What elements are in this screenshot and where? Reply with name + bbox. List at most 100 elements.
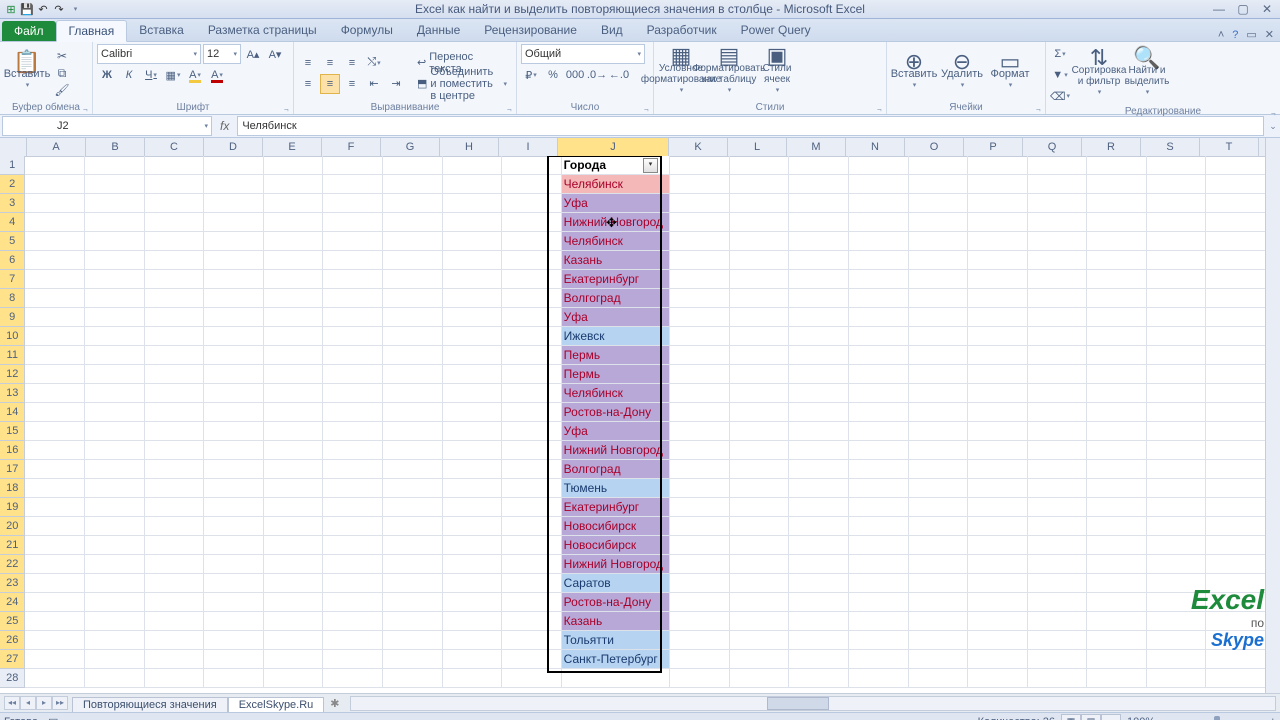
cell-O28[interactable] — [909, 669, 969, 688]
col-header-M[interactable]: M — [787, 138, 846, 156]
cell-R21[interactable] — [1087, 536, 1147, 555]
cell-Q2[interactable] — [1028, 175, 1088, 194]
ribbon-tab-7[interactable]: Разработчик — [635, 20, 729, 41]
cell-E12[interactable] — [264, 365, 324, 384]
cell-G23[interactable] — [383, 574, 443, 593]
cell-G27[interactable] — [383, 650, 443, 669]
cell-D26[interactable] — [204, 631, 264, 650]
row-header-4[interactable]: 4 — [0, 213, 25, 232]
cell-R15[interactable] — [1087, 422, 1147, 441]
cell-O10[interactable] — [909, 327, 969, 346]
cell-S20[interactable] — [1147, 517, 1207, 536]
cell-O20[interactable] — [909, 517, 969, 536]
cell-T24[interactable] — [1206, 593, 1266, 612]
cell-F25[interactable] — [323, 612, 383, 631]
cell-G16[interactable] — [383, 441, 443, 460]
cell-R8[interactable] — [1087, 289, 1147, 308]
cell-P13[interactable] — [968, 384, 1028, 403]
cell-J22[interactable]: Нижний Новгород — [562, 555, 671, 574]
cell-A28[interactable] — [25, 669, 85, 688]
cell-L22[interactable] — [730, 555, 790, 574]
cell-S10[interactable] — [1147, 327, 1207, 346]
cell-N25[interactable] — [849, 612, 909, 631]
cell-I23[interactable] — [502, 574, 562, 593]
cell-G1[interactable] — [383, 156, 443, 175]
cell-E27[interactable] — [264, 650, 324, 669]
cell-N3[interactable] — [849, 194, 909, 213]
cell-G22[interactable] — [383, 555, 443, 574]
cell-E7[interactable] — [264, 270, 324, 289]
cell-C5[interactable] — [145, 232, 205, 251]
cell-L3[interactable] — [730, 194, 790, 213]
indent-dec-icon[interactable]: ⇤ — [364, 74, 384, 94]
cell-C26[interactable] — [145, 631, 205, 650]
cell-R6[interactable] — [1087, 251, 1147, 270]
cell-B14[interactable] — [85, 403, 145, 422]
cell-L18[interactable] — [730, 479, 790, 498]
cell-N9[interactable] — [849, 308, 909, 327]
cell-J17[interactable]: Волгоград — [562, 460, 671, 479]
cell-F10[interactable] — [323, 327, 383, 346]
cell-J9[interactable]: Уфа — [562, 308, 671, 327]
row-header-16[interactable]: 16 — [0, 441, 25, 460]
col-header-F[interactable]: F — [322, 138, 381, 156]
cell-M9[interactable] — [789, 308, 849, 327]
cell-I2[interactable] — [502, 175, 562, 194]
cell-D28[interactable] — [204, 669, 264, 688]
ribbon-close-icon[interactable]: ✕ — [1265, 28, 1274, 41]
row-header-8[interactable]: 8 — [0, 289, 25, 308]
cell-A14[interactable] — [25, 403, 85, 422]
cell-T3[interactable] — [1206, 194, 1266, 213]
cell-E10[interactable] — [264, 327, 324, 346]
cell-R11[interactable] — [1087, 346, 1147, 365]
cell-T15[interactable] — [1206, 422, 1266, 441]
cell-F28[interactable] — [323, 669, 383, 688]
row-header-18[interactable]: 18 — [0, 479, 25, 498]
insert-cells-button[interactable]: ⊕Вставить — [891, 45, 937, 101]
cell-L11[interactable] — [730, 346, 790, 365]
cell-K13[interactable] — [670, 384, 730, 403]
cell-Q25[interactable] — [1028, 612, 1088, 631]
cell-N22[interactable] — [849, 555, 909, 574]
cell-A21[interactable] — [25, 536, 85, 555]
row-header-11[interactable]: 11 — [0, 346, 25, 365]
row-header-22[interactable]: 22 — [0, 555, 25, 574]
delete-cells-button[interactable]: ⊖Удалить — [939, 45, 985, 101]
cell-S23[interactable] — [1147, 574, 1207, 593]
percent-icon[interactable]: % — [543, 65, 563, 85]
cell-K2[interactable] — [670, 175, 730, 194]
col-header-B[interactable]: B — [86, 138, 145, 156]
sheet-nav[interactable]: ◂◂◂▸▸▸ — [0, 696, 72, 710]
fx-icon[interactable]: fx — [214, 119, 235, 133]
cell-N20[interactable] — [849, 517, 909, 536]
cell-E17[interactable] — [264, 460, 324, 479]
cell-N27[interactable] — [849, 650, 909, 669]
cell-O1[interactable] — [909, 156, 969, 175]
cell-O14[interactable] — [909, 403, 969, 422]
cell-E24[interactable] — [264, 593, 324, 612]
cell-I6[interactable] — [502, 251, 562, 270]
cell-P26[interactable] — [968, 631, 1028, 650]
ribbon-tab-0[interactable]: Главная — [56, 20, 128, 42]
cell-D12[interactable] — [204, 365, 264, 384]
cell-F16[interactable] — [323, 441, 383, 460]
cell-Q22[interactable] — [1028, 555, 1088, 574]
cell-R13[interactable] — [1087, 384, 1147, 403]
cell-K14[interactable] — [670, 403, 730, 422]
cell-J21[interactable]: Новосибирск — [562, 536, 671, 555]
cell-L28[interactable] — [730, 669, 790, 688]
cell-H14[interactable] — [443, 403, 503, 422]
cell-G13[interactable] — [383, 384, 443, 403]
cell-J10[interactable]: Ижевск — [562, 327, 671, 346]
cell-I18[interactable] — [502, 479, 562, 498]
cell-D17[interactable] — [204, 460, 264, 479]
cell-K26[interactable] — [670, 631, 730, 650]
cell-H16[interactable] — [443, 441, 503, 460]
cell-R22[interactable] — [1087, 555, 1147, 574]
clear-icon[interactable]: ⌫ — [1050, 86, 1070, 106]
cell-Q19[interactable] — [1028, 498, 1088, 517]
cell-M7[interactable] — [789, 270, 849, 289]
cell-L13[interactable] — [730, 384, 790, 403]
align-top-icon[interactable]: ≡ — [298, 53, 318, 73]
ribbon-tab-8[interactable]: Power Query — [729, 20, 823, 41]
